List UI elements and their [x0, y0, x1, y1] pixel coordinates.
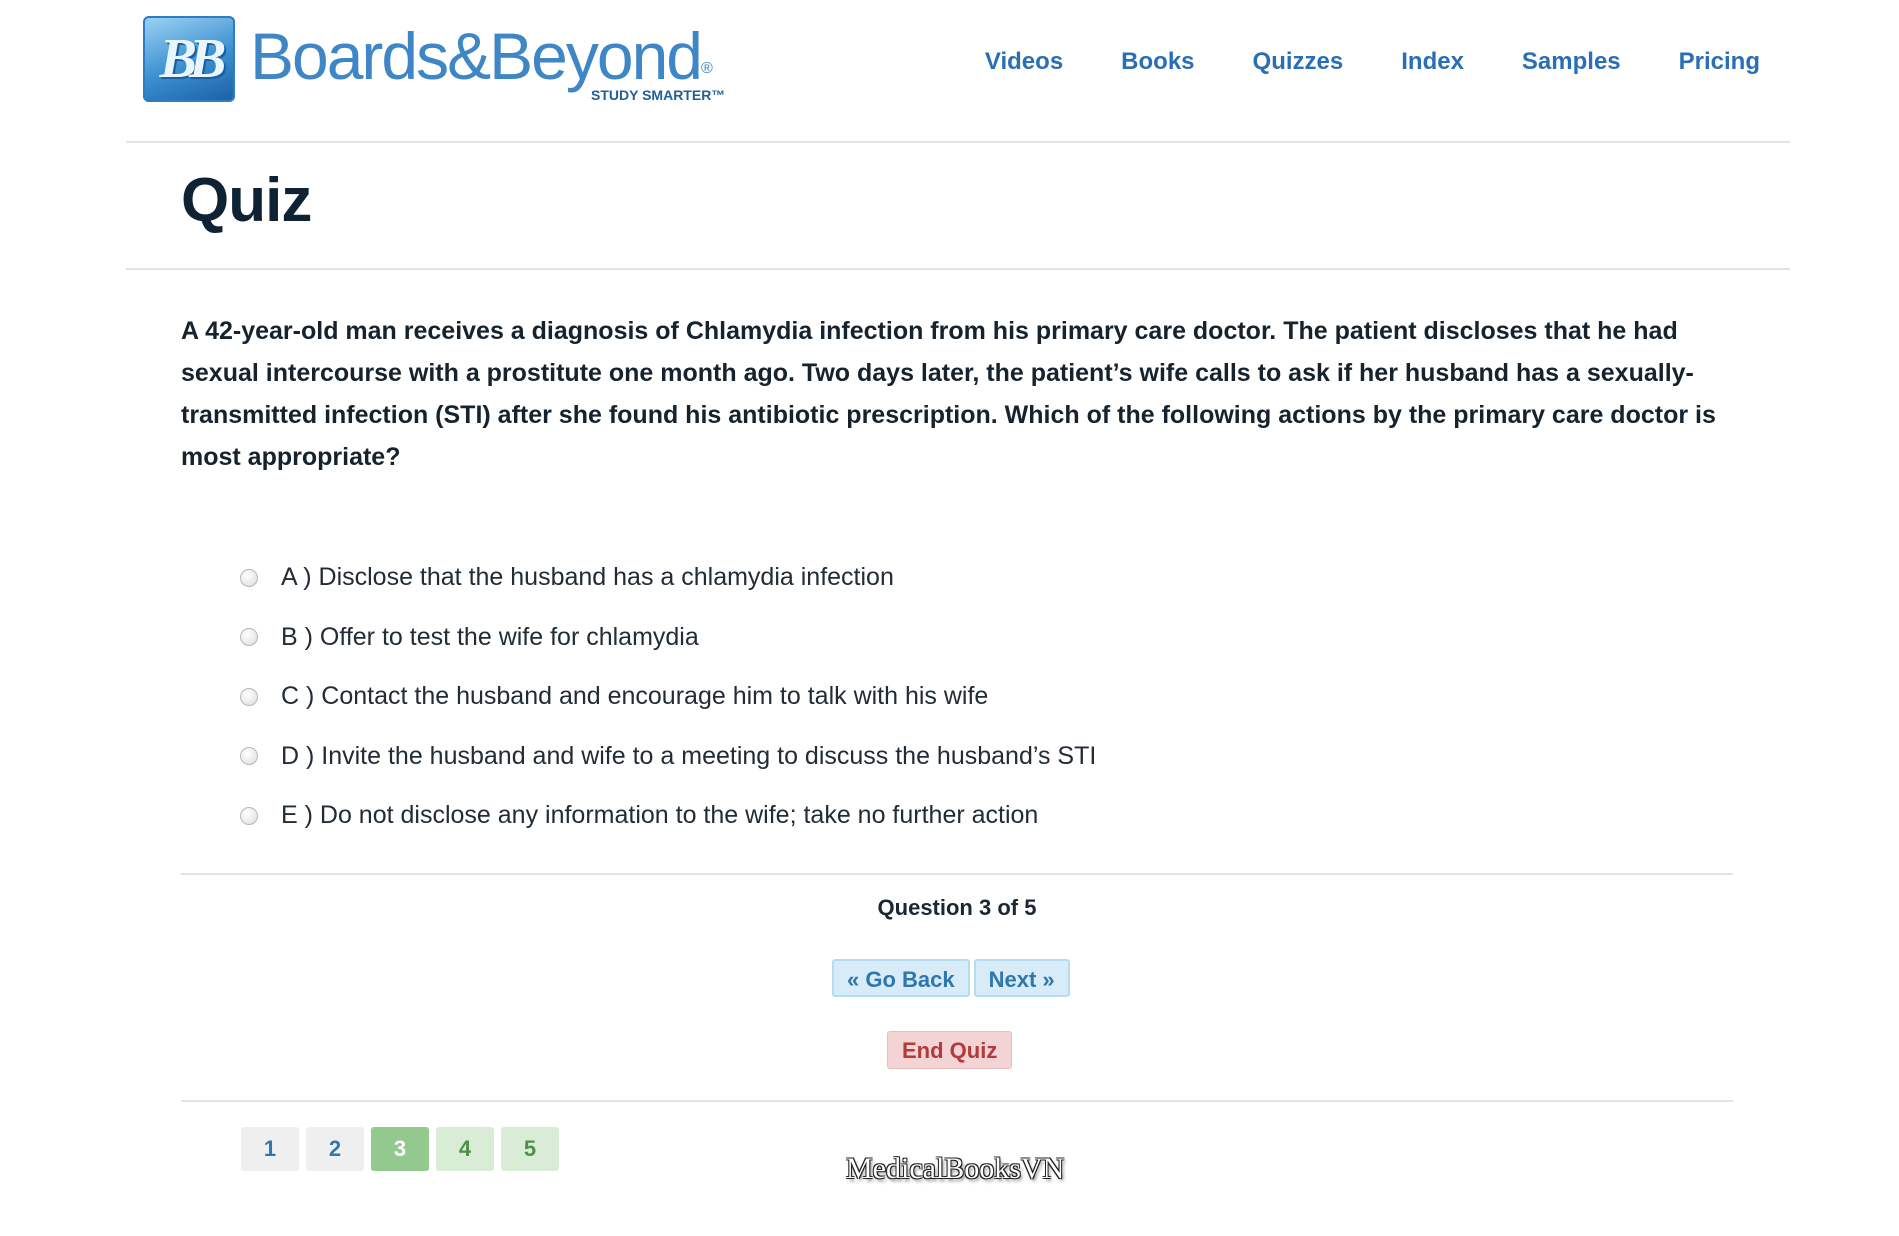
registered-mark: ® [701, 60, 713, 77]
nav-index[interactable]: Index [1401, 48, 1464, 76]
answer-option-label: B ) Offer to test the wife for chlamydia [281, 622, 699, 651]
watermark: MedicalBooksVN [846, 1152, 1065, 1185]
page-button-1[interactable]: 1 [241, 1127, 299, 1171]
divider-top [181, 873, 1733, 875]
answer-options: A ) Disclose that the husband has a chla… [240, 548, 1440, 846]
answer-option-label: A ) Disclose that the husband has a chla… [281, 563, 894, 592]
radio-button-d[interactable] [240, 747, 258, 766]
logo-badge: BB [143, 16, 235, 102]
radio-button-b[interactable] [240, 628, 258, 647]
main-nav: Videos Books Quizzes Index Samples Prici… [927, 48, 1760, 76]
question-stem: A 42-year-old man receives a diagnosis o… [181, 317, 1716, 471]
nav-quizzes[interactable]: Quizzes [1253, 48, 1344, 76]
nav-samples[interactable]: Samples [1522, 48, 1621, 76]
answer-option-c[interactable]: C ) Contact the husband and encourage hi… [240, 667, 1440, 727]
title-section: Quiz [126, 143, 1790, 270]
answer-option-d[interactable]: D ) Invite the husband and wife to a mee… [240, 727, 1440, 787]
question-counter: Question 3 of 5 [877, 895, 1037, 920]
nav-videos[interactable]: Videos [985, 48, 1063, 76]
divider-bottom [181, 1100, 1733, 1102]
boards-and-beyond-logo[interactable]: BB Boards&Beyond® STUDY SMARTER™ [143, 16, 743, 106]
navigation-buttons: « Go Back Next » [832, 959, 1070, 997]
site-header: BB Boards&Beyond® STUDY SMARTER™ Videos … [126, 0, 1790, 143]
logo-tagline: STUDY SMARTER™ [591, 87, 726, 103]
radio-button-e[interactable] [240, 806, 258, 825]
radio-button-c[interactable] [240, 687, 258, 706]
logo-wordmark-text: Boards&Beyond [250, 19, 703, 93]
page-title: Quiz [181, 166, 312, 235]
page-button-2[interactable]: 2 [306, 1127, 364, 1171]
answer-option-label: C ) Contact the husband and encourage hi… [281, 682, 989, 711]
page-button-4[interactable]: 4 [436, 1127, 494, 1171]
answer-option-b[interactable]: B ) Offer to test the wife for chlamydia [240, 608, 1440, 668]
question-pager: 1 2 3 4 5 [241, 1127, 559, 1171]
answer-option-a[interactable]: A ) Disclose that the husband has a chla… [240, 548, 1440, 608]
answer-option-label: D ) Invite the husband and wife to a mee… [281, 741, 1097, 770]
answer-option-e[interactable]: E ) Do not disclose any information to t… [240, 786, 1440, 846]
radio-button-a[interactable] [240, 568, 258, 587]
answer-option-label: E ) Do not disclose any information to t… [281, 801, 1039, 830]
page-button-5[interactable]: 5 [501, 1127, 559, 1171]
go-back-button[interactable]: « Go Back [832, 959, 970, 997]
nav-pricing[interactable]: Pricing [1679, 48, 1760, 76]
page-button-3[interactable]: 3 [371, 1127, 429, 1171]
end-quiz-button[interactable]: End Quiz [887, 1031, 1013, 1069]
next-button[interactable]: Next » [973, 959, 1070, 997]
nav-books[interactable]: Books [1121, 48, 1194, 76]
